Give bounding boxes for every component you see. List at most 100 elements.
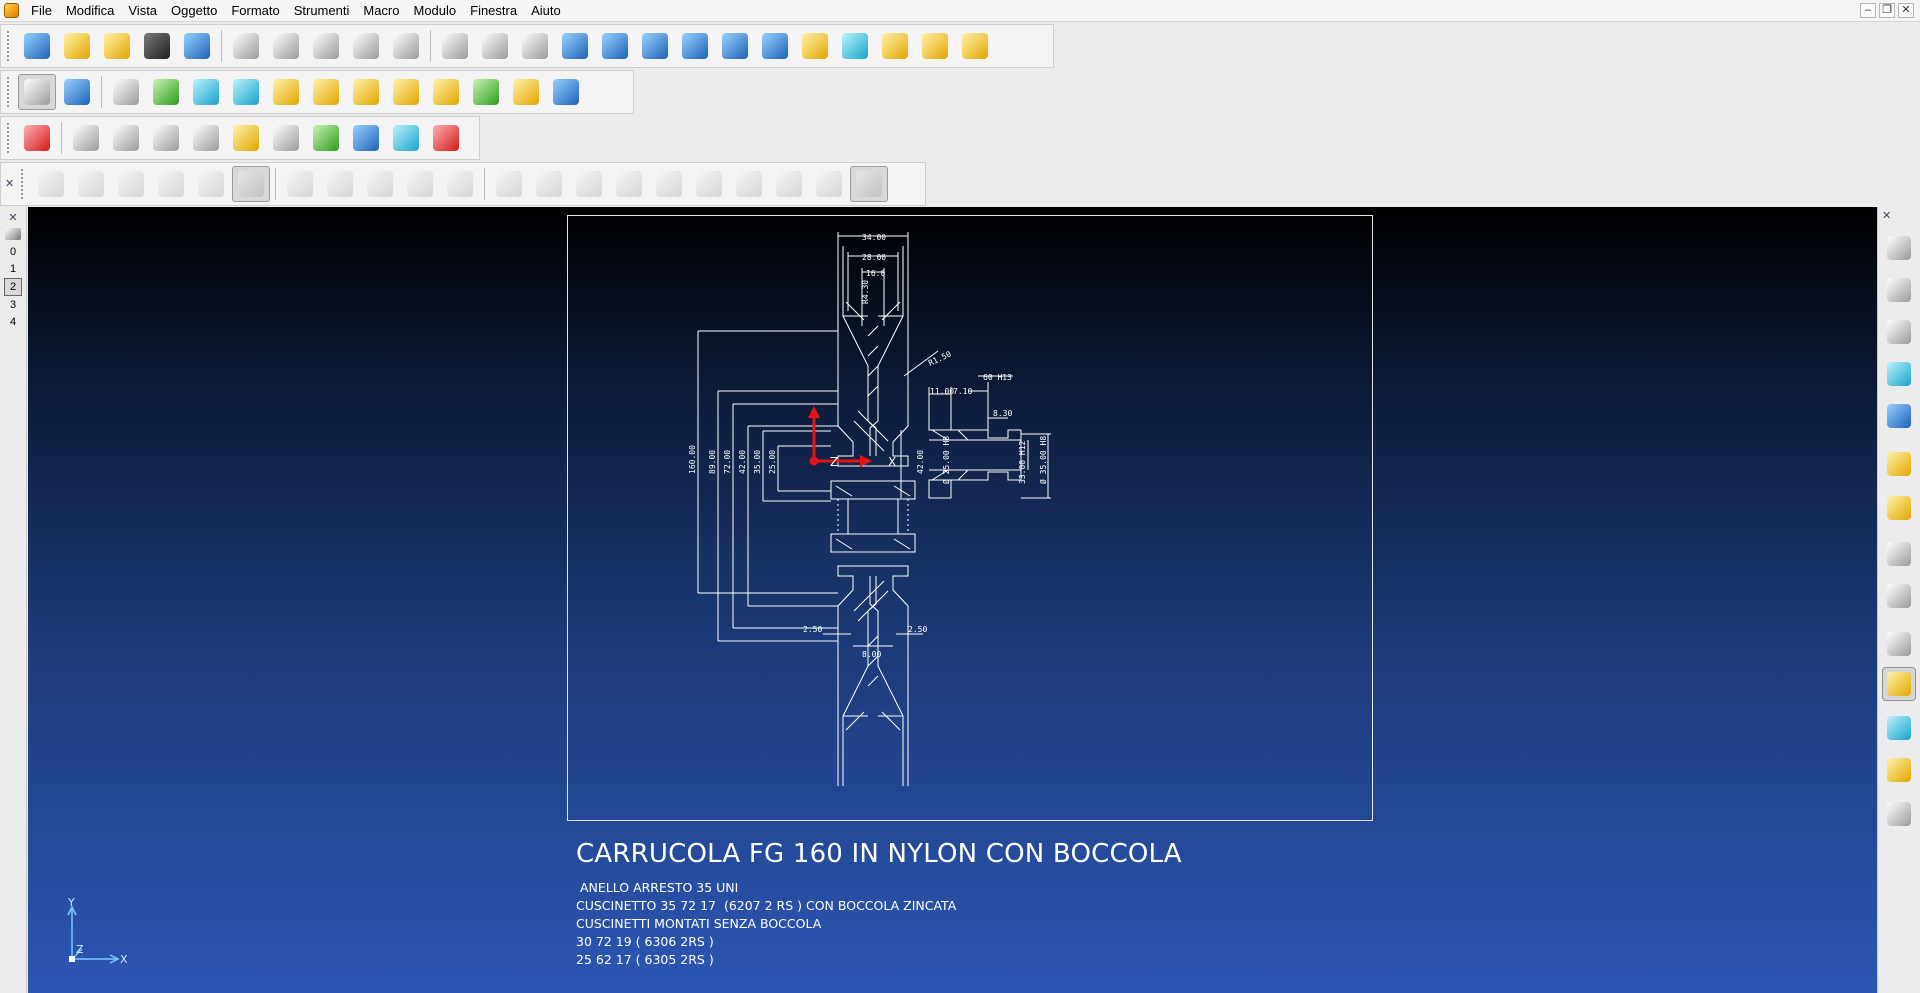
joint-button[interactable] <box>147 120 185 156</box>
sheet-lance-button[interactable] <box>530 166 568 202</box>
sheet-bend-button[interactable] <box>72 166 110 202</box>
view-iso-wire-button[interactable] <box>1882 231 1916 265</box>
toolbar-grip[interactable] <box>7 31 13 61</box>
layer-3[interactable]: 3 <box>4 297 22 313</box>
paste-button[interactable] <box>307 28 345 64</box>
revolve-button[interactable] <box>227 74 265 110</box>
boolean-subtract-button[interactable] <box>307 74 345 110</box>
boolean-union-button[interactable] <box>267 74 305 110</box>
sheet-flange-button[interactable] <box>32 166 70 202</box>
menu-oggetto[interactable]: Oggetto <box>164 0 224 22</box>
sheet-roll-button[interactable] <box>401 166 439 202</box>
view-box-button[interactable] <box>387 120 425 156</box>
sheet-tee-button[interactable] <box>730 166 768 202</box>
box-button[interactable] <box>836 28 874 64</box>
sheet-number-button[interactable] <box>361 166 399 202</box>
close-strip-icon[interactable]: ✕ <box>0 211 26 224</box>
cut-button[interactable] <box>227 28 265 64</box>
intersection-button[interactable] <box>147 74 185 110</box>
select-pointer-button[interactable] <box>18 74 56 110</box>
3d-viewport[interactable]: 34.00 28.00 16.0 R4.30 R1.50 160.00 89.0… <box>28 207 1877 993</box>
stacked-plates-button[interactable] <box>876 28 914 64</box>
close-toolbar-icon[interactable]: ✕ <box>5 177 14 190</box>
pyramid-button[interactable] <box>547 74 585 110</box>
sheet-arc-button[interactable] <box>850 166 888 202</box>
add-red-cross-button[interactable] <box>427 120 465 156</box>
warning-button[interactable] <box>18 120 56 156</box>
menu-aiuto[interactable]: Aiuto <box>524 0 568 22</box>
menu-file[interactable]: File <box>24 0 59 22</box>
sheet-star-button[interactable] <box>690 166 728 202</box>
new-file-button[interactable] <box>18 28 56 64</box>
print-button[interactable] <box>178 28 216 64</box>
normals-button[interactable] <box>467 74 505 110</box>
zoom-window-button[interactable] <box>1882 579 1916 613</box>
plane-view-button[interactable] <box>1882 711 1916 745</box>
polyline-button[interactable] <box>636 28 674 64</box>
sheet-unfold-button[interactable] <box>112 166 150 202</box>
app-logo-icon[interactable] <box>4 3 19 18</box>
magic-wand-button[interactable] <box>956 28 994 64</box>
save-button[interactable] <box>138 28 176 64</box>
zoom-extents-button[interactable] <box>1882 537 1916 571</box>
view-iso-hidden-button[interactable] <box>1882 273 1916 307</box>
pattern-array-button[interactable] <box>387 74 425 110</box>
shaded-sphere-button[interactable] <box>1882 667 1916 701</box>
sheet-coil-button[interactable] <box>650 166 688 202</box>
menu-modulo[interactable]: Modulo <box>406 0 463 22</box>
measure-magnifier-button[interactable] <box>347 120 385 156</box>
view-cube-shaded-button[interactable] <box>1882 357 1916 391</box>
layer-0[interactable]: 0 <box>4 244 22 260</box>
inspect-button[interactable] <box>227 120 265 156</box>
menu-macro[interactable]: Macro <box>356 0 406 22</box>
layer-2[interactable]: 2 <box>4 278 22 296</box>
menu-strumenti[interactable]: Strumenti <box>287 0 357 22</box>
bend-button[interactable] <box>67 120 105 156</box>
undo-view-button[interactable] <box>1882 447 1916 481</box>
layers-stack-icon[interactable] <box>5 228 21 240</box>
menu-modifica[interactable]: Modifica <box>59 0 121 22</box>
twist-button[interactable] <box>187 120 225 156</box>
sheet-spring-button[interactable] <box>570 166 608 202</box>
toolbar-grip[interactable] <box>7 77 13 107</box>
render-sphere-button[interactable] <box>1882 753 1916 787</box>
toolbar-grip[interactable] <box>21 169 27 199</box>
lights-button[interactable] <box>1882 797 1916 831</box>
layers-button[interactable] <box>556 28 594 64</box>
extrude-button[interactable] <box>187 74 225 110</box>
copy-button[interactable] <box>267 28 305 64</box>
shaded-sphere-button[interactable] <box>507 74 545 110</box>
sheet-fold-button[interactable] <box>152 166 190 202</box>
sheet-wave-button[interactable] <box>281 166 319 202</box>
sheet-surface-button[interactable] <box>232 166 270 202</box>
open-folder-button[interactable] <box>58 28 96 64</box>
menu-vista[interactable]: Vista <box>121 0 164 22</box>
sheet-arrow-button[interactable] <box>810 166 848 202</box>
transform-button[interactable] <box>58 74 96 110</box>
sheet-rip-button[interactable] <box>490 166 528 202</box>
surface-button[interactable] <box>796 28 834 64</box>
spline-button[interactable] <box>716 28 754 64</box>
view-iso-front-button[interactable] <box>1882 315 1916 349</box>
menu-finestra[interactable]: Finestra <box>463 0 524 22</box>
zoom-rotate-button[interactable] <box>1882 491 1916 525</box>
gears-button[interactable] <box>916 28 954 64</box>
restore-button[interactable]: ❐ <box>1879 3 1895 18</box>
sketch-pen-button[interactable] <box>516 28 554 64</box>
redo-button[interactable] <box>476 28 514 64</box>
undo-button[interactable] <box>436 28 474 64</box>
layer-4[interactable]: 4 <box>4 314 22 330</box>
curve-button[interactable] <box>107 74 145 110</box>
sheet-zigzag-button[interactable] <box>770 166 808 202</box>
text-button[interactable] <box>756 28 794 64</box>
sheet-helix-button[interactable] <box>610 166 648 202</box>
close-window-button[interactable]: ✕ <box>1898 3 1914 18</box>
sheet-corner-button[interactable] <box>192 166 230 202</box>
solid-box-button[interactable] <box>347 74 385 110</box>
delete-button[interactable] <box>387 28 425 64</box>
wireframe-sphere-button[interactable] <box>1882 627 1916 661</box>
sheet-hook-button[interactable] <box>321 166 359 202</box>
format-painter-button[interactable] <box>347 28 385 64</box>
close-panel-icon[interactable]: ✕ <box>1882 209 1891 222</box>
import-button[interactable] <box>98 28 136 64</box>
